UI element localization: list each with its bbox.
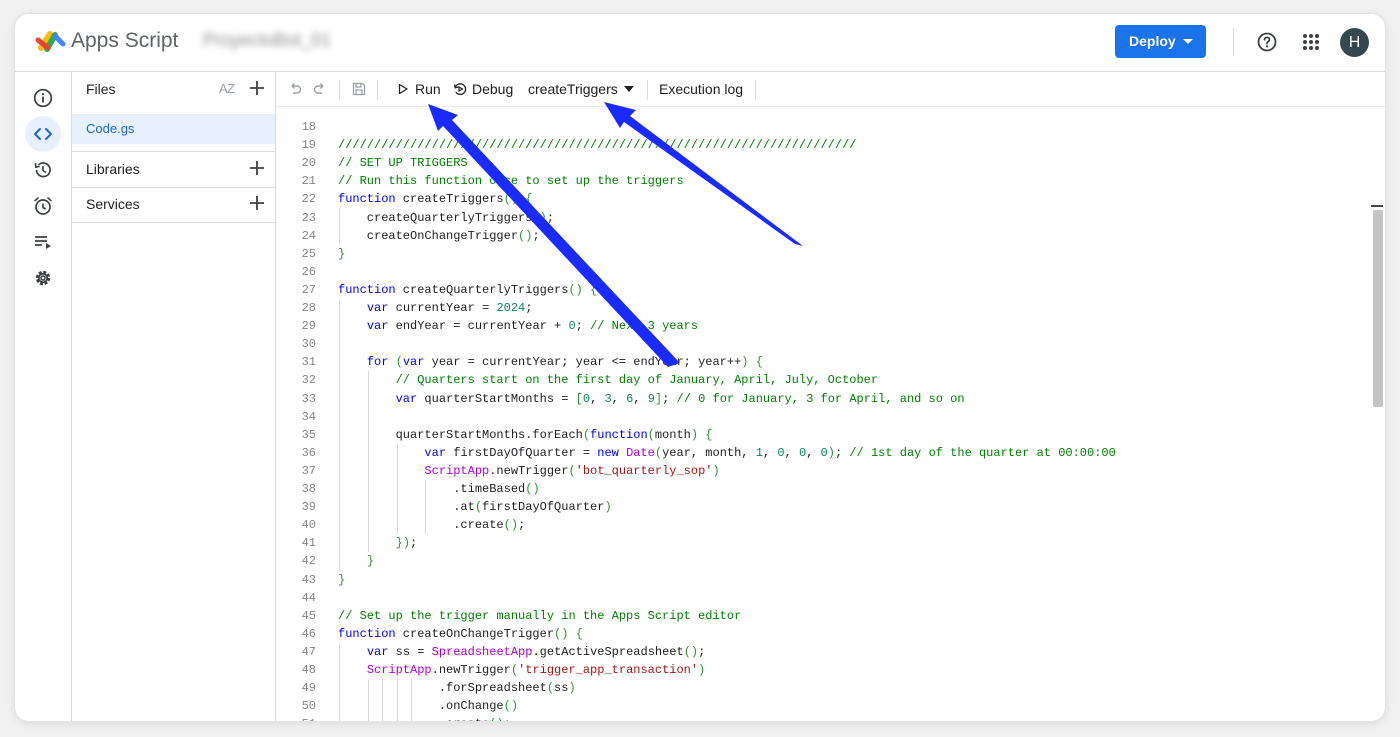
arrow-to-function-selector [604,102,803,246]
arrow-to-run-button [428,104,680,367]
annotation-overlay [428,102,803,367]
